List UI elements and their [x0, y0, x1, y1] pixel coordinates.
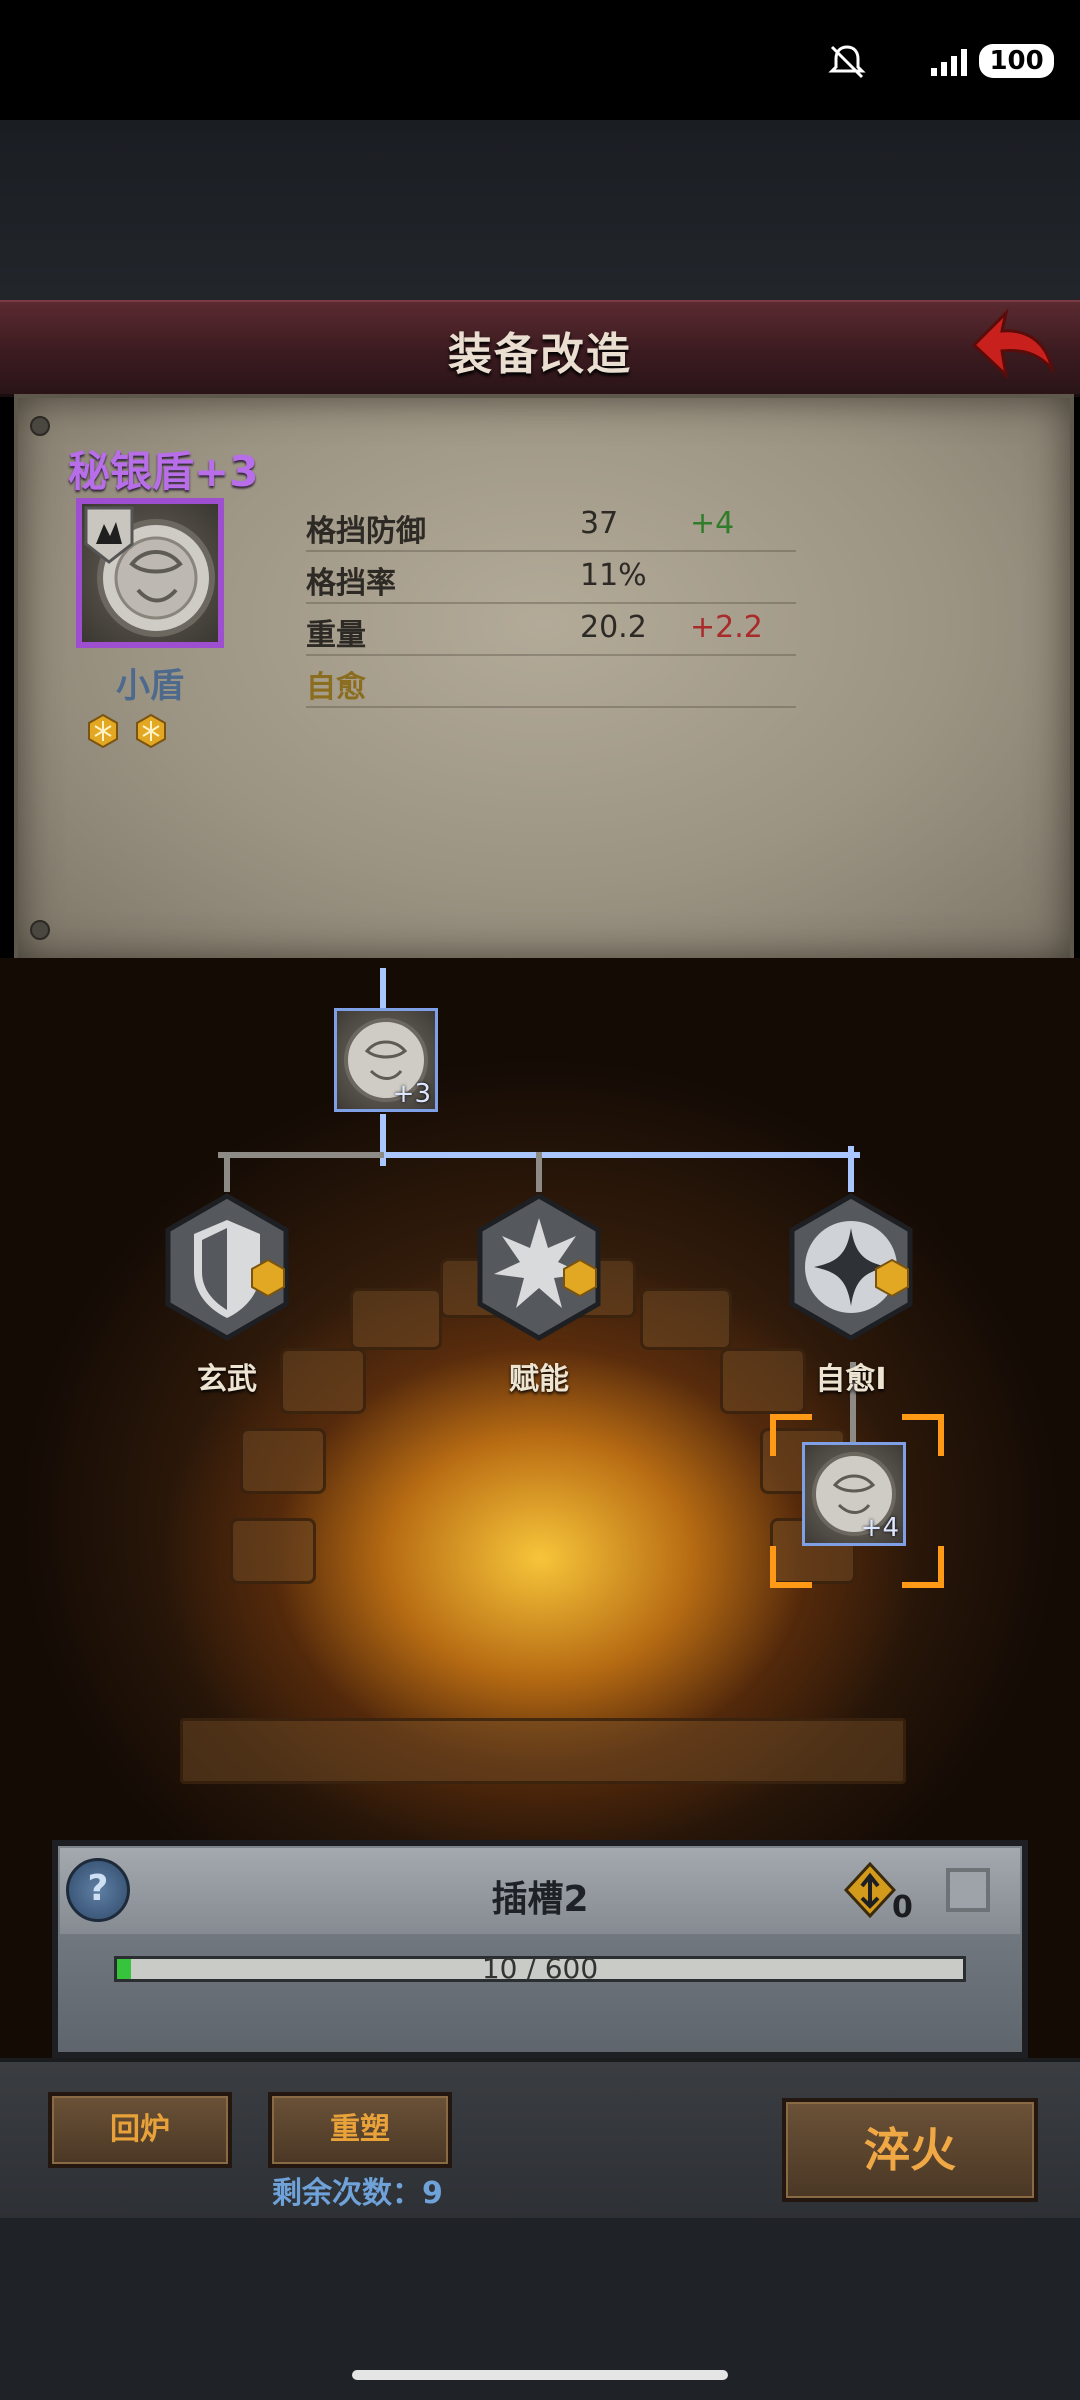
tree-connector	[224, 1152, 230, 1192]
stat-label: 格挡防御	[306, 514, 426, 549]
back-button[interactable]	[966, 305, 1056, 385]
tree-node-label: 赋能	[509, 1362, 569, 1397]
burst-icon	[477, 1193, 601, 1341]
item-name: 秘银盾+3	[68, 447, 259, 496]
stat-bonus: +2.2	[690, 610, 763, 645]
sparkle-star-icon	[789, 1193, 913, 1341]
currency-count: 0	[892, 1890, 913, 1925]
tree-connector	[848, 1146, 854, 1192]
stat-label: 自愈	[306, 670, 366, 705]
status-icons: 5G 100	[826, 38, 1054, 84]
item-type: 小盾	[116, 666, 184, 706]
slot-checkbox[interactable]	[946, 1868, 990, 1912]
battery-icon: 100	[979, 44, 1054, 78]
rivet-icon	[30, 416, 50, 436]
silver-shield-icon	[84, 506, 215, 637]
status-time: 4:10	[76, 30, 181, 79]
remaining-count: 剩余次数：9	[272, 2176, 443, 2211]
shield-half-icon	[165, 1193, 289, 1341]
tree-item-current[interactable]: +3	[334, 1008, 438, 1112]
reshape-button[interactable]: 重塑	[268, 2092, 452, 2168]
mute-icon	[828, 45, 866, 79]
stat-row-self-heal: 自愈	[306, 656, 796, 708]
network-speed-value: 0.46	[752, 35, 802, 59]
tree-node-fuming[interactable]	[472, 1192, 606, 1342]
gem-slot-icon	[88, 714, 118, 748]
tree-connector	[384, 1152, 860, 1158]
tree-connector	[218, 1152, 384, 1158]
stat-bonus: +4	[690, 506, 735, 541]
stat-value: 37	[580, 506, 619, 541]
network-speed: 0.46 KB/s	[752, 36, 802, 80]
stat-label: 格挡率	[306, 566, 396, 601]
tree-node-xuanwu[interactable]	[160, 1192, 294, 1342]
rivet-icon	[30, 920, 50, 940]
stat-row-block-rate: 格挡率 11%	[306, 552, 796, 604]
signal-icon	[931, 46, 968, 76]
selection-corner	[770, 1546, 812, 1588]
stat-value: 11%	[580, 558, 647, 593]
red-arrow-back-icon	[971, 308, 1055, 380]
tree-node-selfheal[interactable]	[784, 1192, 918, 1342]
stat-row-weight: 重量 20.2 +2.2	[306, 604, 796, 656]
tree-item-next[interactable]: +4	[802, 1442, 906, 1546]
stat-label: 重量	[306, 618, 366, 653]
recycle-button[interactable]: 回炉	[48, 2092, 232, 2168]
tree-level: +3	[392, 1079, 431, 1109]
network-type: 5G	[880, 46, 920, 76]
tree-node-label: 玄武	[197, 1362, 257, 1397]
selection-corner	[902, 1414, 944, 1456]
network-speed-unit: KB/s	[752, 57, 802, 81]
tree-connector	[536, 1152, 542, 1192]
slot-title: 插槽2	[491, 1879, 589, 1920]
gem-slot-icon	[136, 714, 166, 748]
selection-corner	[902, 1546, 944, 1588]
top-band	[0, 120, 1080, 300]
stat-row-block-defense: 格挡防御 37 +4	[306, 500, 796, 552]
page-title: 装备改造	[448, 329, 632, 380]
stat-value: 20.2	[580, 610, 647, 645]
tree-node-label: 自愈I	[815, 1362, 887, 1397]
tree-connector	[380, 1114, 386, 1166]
quench-button[interactable]: 淬火	[782, 2098, 1038, 2202]
forge-token-icon	[844, 1862, 896, 1918]
home-indicator[interactable]	[352, 2370, 728, 2380]
item-portrait[interactable]	[76, 498, 224, 648]
tree-level: +4	[860, 1513, 899, 1543]
progress-text: 10 / 600	[481, 1952, 599, 1985]
